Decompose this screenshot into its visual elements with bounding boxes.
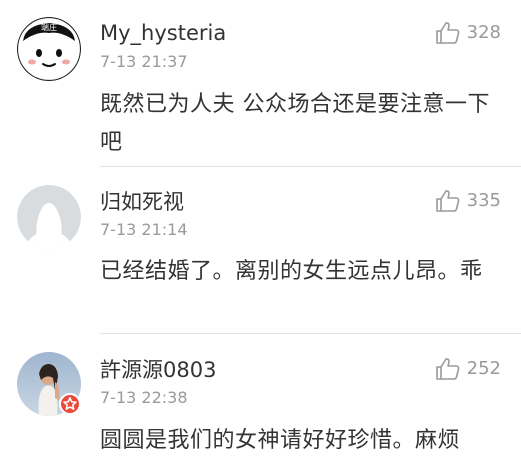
username[interactable]: 許源源0803 — [100, 357, 216, 383]
star-badge-icon — [59, 393, 81, 415]
like-button[interactable]: 335 — [435, 187, 501, 215]
comment-text: 已经结婚了。离别的女生远点儿昂。乖 — [100, 259, 483, 284]
username[interactable]: My_hysteria — [100, 20, 226, 46]
avatar[interactable] — [17, 185, 81, 249]
thumbs-up-icon — [435, 357, 461, 381]
like-button[interactable]: 328 — [435, 19, 501, 47]
username[interactable]: 归如死视 — [100, 189, 184, 215]
avatar[interactable]: 端庄 — [17, 17, 81, 81]
like-button[interactable]: 252 — [435, 355, 501, 383]
like-count: 328 — [466, 22, 501, 43]
default-silhouette-avatar-icon — [17, 185, 81, 249]
cartoon-face-avatar-icon: 端庄 — [17, 17, 81, 81]
timestamp: 7-13 21:14 — [100, 220, 188, 239]
comment-list: 端庄 My_hysteria 7-13 21:37 328 既然已为人夫 公众场… — [0, 0, 521, 453]
comment-text: 圆圆是我们的女神请好好珍惜。麻烦 — [100, 428, 461, 453]
like-count: 252 — [466, 358, 501, 379]
comment-item: 許源源0803 7-13 22:38 252 圆圆是我们的女神请好好珍惜。麻烦 — [0, 334, 521, 453]
comment-text: 既然已为人夫 公众场合还是要注意一下吧 — [100, 92, 490, 155]
comment-item: 归如死视 7-13 21:14 335 已经结婚了。离别的女生远点儿昂。乖 — [0, 167, 521, 333]
like-count: 335 — [466, 190, 501, 211]
thumbs-up-icon — [435, 189, 461, 213]
comment-item: 端庄 My_hysteria 7-13 21:37 328 既然已为人夫 公众场… — [0, 0, 521, 166]
svg-text:端庄: 端庄 — [41, 22, 57, 32]
avatar-wrapper — [17, 352, 81, 416]
timestamp: 7-13 22:38 — [100, 388, 188, 407]
thumbs-up-icon — [435, 21, 461, 45]
timestamp: 7-13 21:37 — [100, 52, 188, 71]
